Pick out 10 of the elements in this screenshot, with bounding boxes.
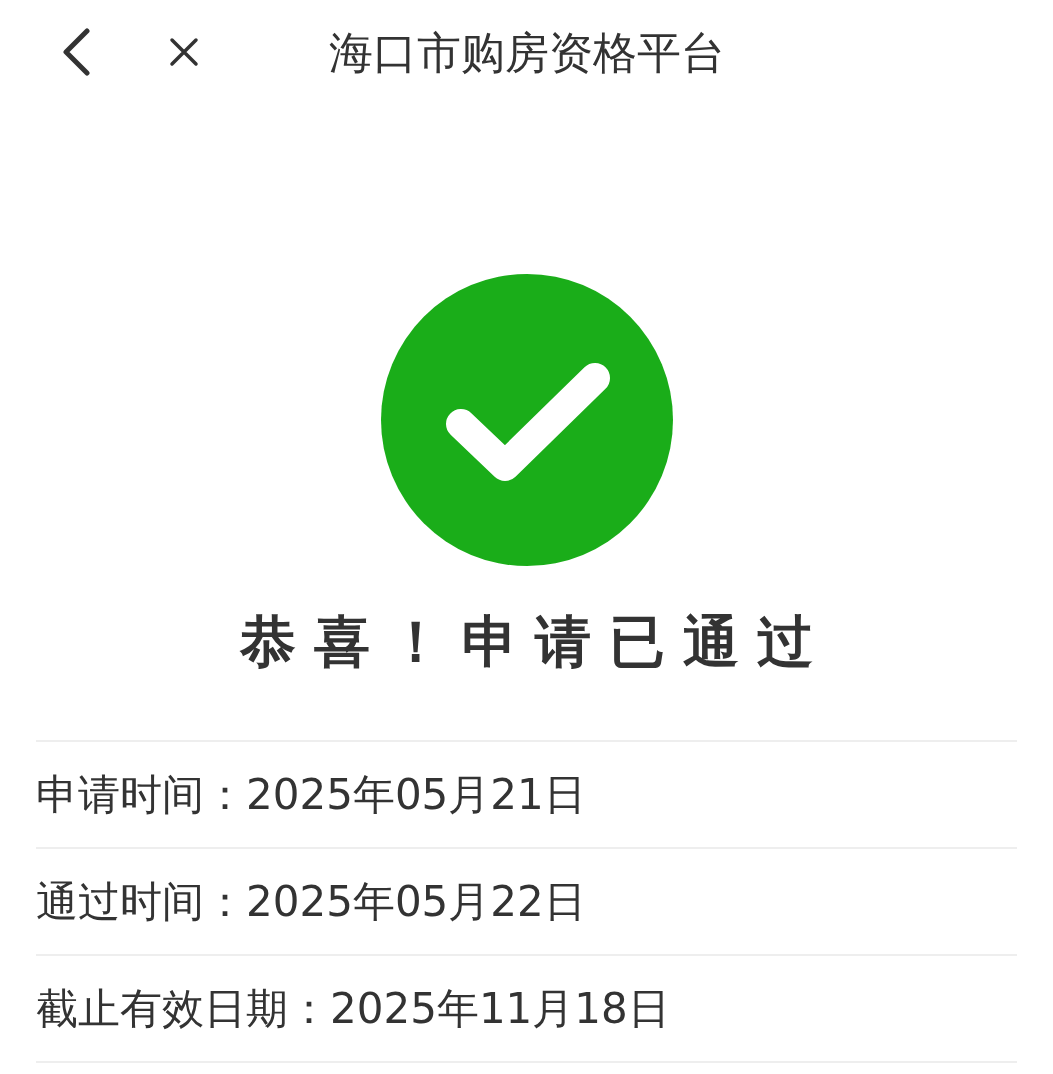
page-title: 海口市购房资格平台 xyxy=(328,31,725,75)
detail-value: 2025年05月21日 xyxy=(246,769,586,821)
detail-label: 通过时间： xyxy=(36,876,246,928)
detail-label: 申请时间： xyxy=(36,769,246,821)
detail-value: 2025年11月18日 xyxy=(330,983,670,1035)
close-icon xyxy=(169,37,199,67)
detail-value: 2025年05月22日 xyxy=(246,876,586,928)
result-message: 恭喜！申请已通过 xyxy=(238,614,832,670)
detail-label: 截止有效日期： xyxy=(36,983,330,1035)
chevron-left-icon xyxy=(61,28,91,76)
